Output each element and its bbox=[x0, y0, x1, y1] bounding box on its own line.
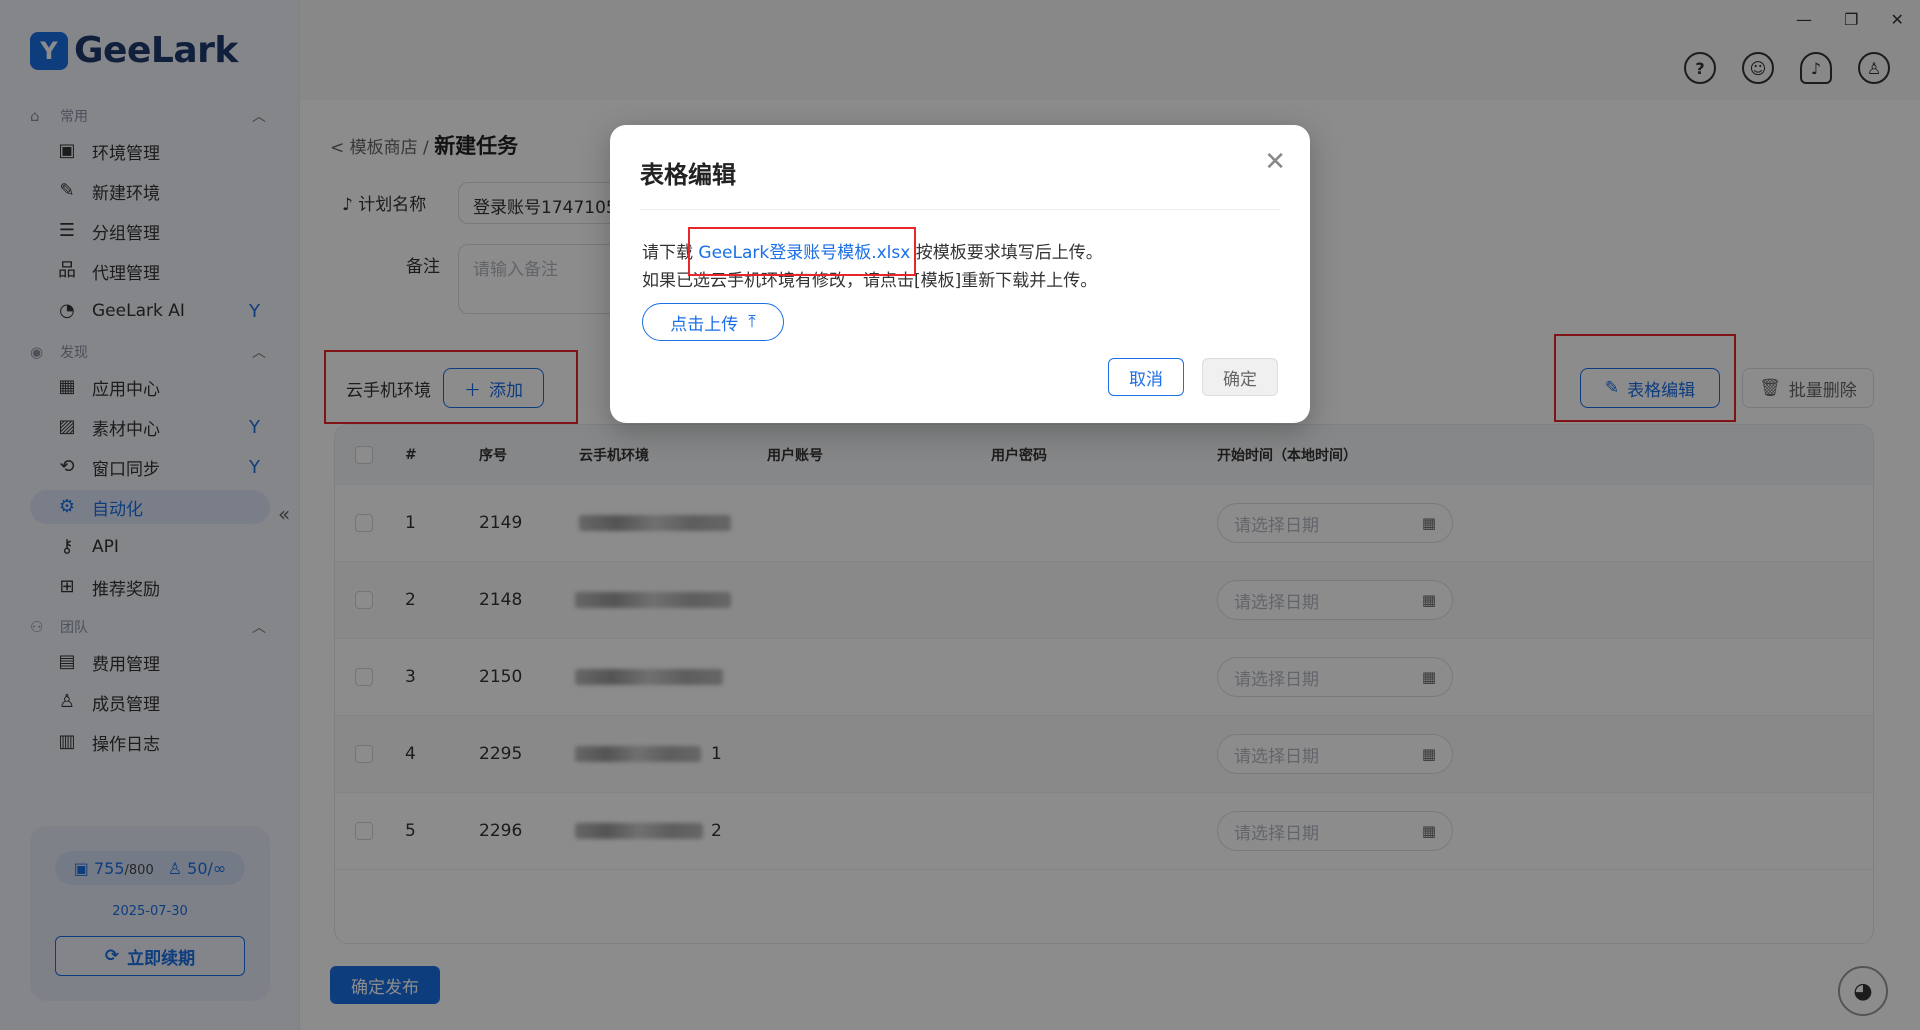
modal-title: 表格编辑 bbox=[640, 161, 736, 189]
upload-icon: ⤒ bbox=[748, 312, 756, 332]
cancel-button[interactable]: 取消 bbox=[1108, 358, 1184, 396]
modal-divider bbox=[640, 209, 1280, 210]
highlight-box-link bbox=[688, 227, 916, 276]
close-icon[interactable]: ✕ bbox=[1264, 147, 1286, 177]
confirm-button[interactable]: 确定 bbox=[1202, 358, 1278, 396]
upload-button[interactable]: 点击上传 ⤒ bbox=[642, 303, 784, 341]
